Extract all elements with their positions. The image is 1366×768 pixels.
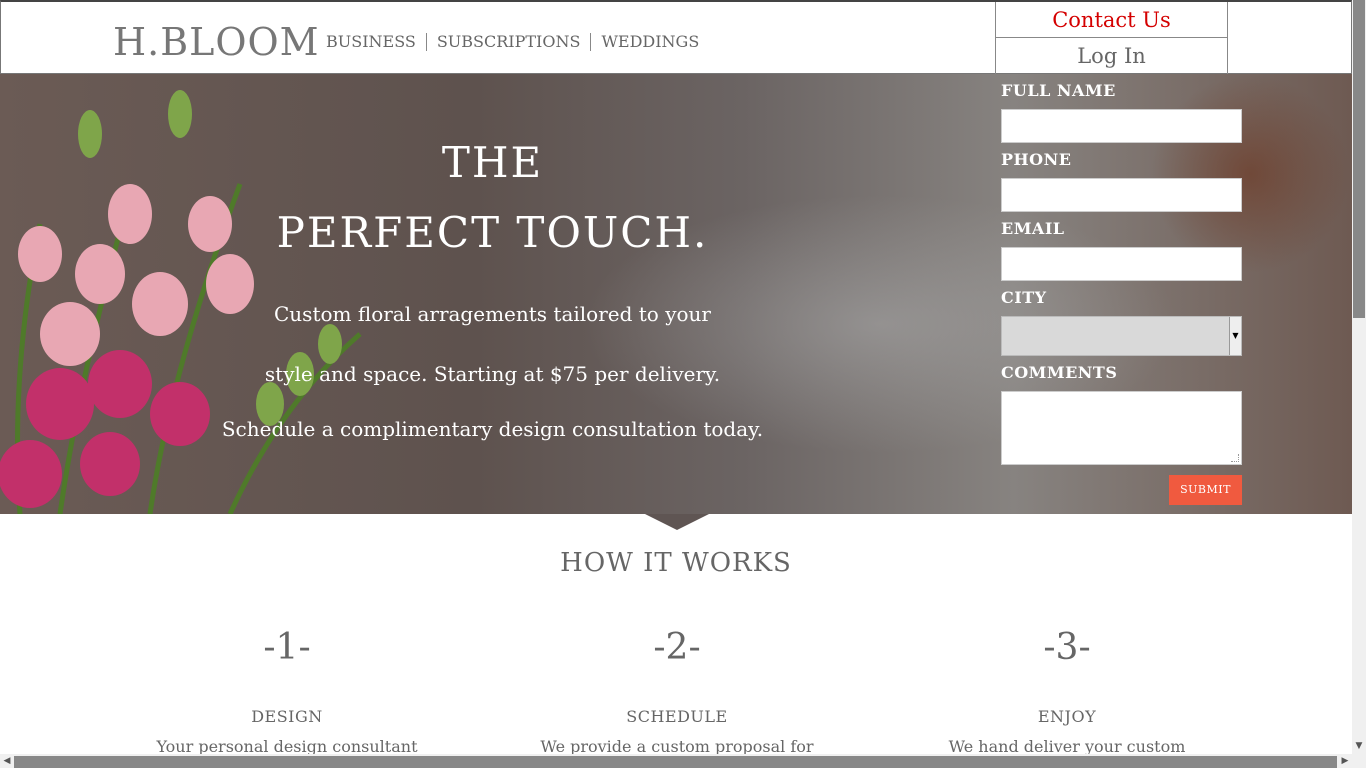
- phone-label: PHONE: [1001, 150, 1072, 169]
- contact-us-link[interactable]: Contact Us: [996, 2, 1227, 38]
- comments-textarea[interactable]: [1001, 391, 1242, 465]
- email-input[interactable]: [1001, 247, 1242, 281]
- full-name-input[interactable]: [1001, 109, 1242, 143]
- step-number: -1-: [263, 627, 311, 668]
- phone-input[interactable]: [1001, 178, 1242, 212]
- resize-grip-icon[interactable]: [1231, 454, 1239, 462]
- log-in-link[interactable]: Log In: [996, 38, 1227, 74]
- step-name: ENJOY: [1037, 707, 1097, 726]
- step-name: SCHEDULE: [626, 707, 728, 726]
- nav-subscriptions[interactable]: SUBSCRIPTIONS: [437, 32, 581, 51]
- hero-description-line1: Custom floral arragements tailored to yo…: [274, 302, 711, 326]
- hero-section: THE PERFECT TOUCH. Custom floral arragem…: [0, 74, 1352, 514]
- comments-label: COMMENTS: [1001, 363, 1118, 382]
- arrow-left-icon[interactable]: ◀: [0, 754, 14, 768]
- hero-description-line3: Schedule a complimentary design consulta…: [221, 417, 764, 441]
- background-blur: [1150, 74, 1350, 274]
- step-number: -3-: [1043, 627, 1091, 668]
- nav-divider: [425, 32, 427, 51]
- vertical-scrollbar[interactable]: ▲ ▼: [1352, 0, 1366, 754]
- horizontal-scrollbar[interactable]: ◀ ▶: [0, 754, 1352, 768]
- nav-business[interactable]: BUSINESS: [326, 32, 416, 51]
- horizontal-scroll-thumb[interactable]: [14, 756, 1337, 768]
- step-number: -2-: [653, 627, 701, 668]
- arrow-right-icon[interactable]: ▶: [1338, 754, 1352, 768]
- email-label: EMAIL: [1001, 219, 1065, 238]
- full-name-label: FULL NAME: [1001, 81, 1116, 100]
- hero-description-line2: style and space. Starting at $75 per del…: [264, 362, 721, 386]
- site-header: H.BLOOM BUSINESS SUBSCRIPTIONS WEDDINGS …: [0, 0, 1352, 75]
- hero-title-line2: PERFECT TOUCH.: [276, 208, 709, 257]
- submit-button[interactable]: SUBMIT: [1169, 475, 1242, 505]
- main-nav: BUSINESS SUBSCRIPTIONS WEDDINGS: [326, 32, 699, 51]
- city-label: CITY: [1001, 288, 1047, 307]
- section-pointer: [645, 514, 709, 530]
- nav-weddings[interactable]: WEDDINGS: [601, 32, 699, 51]
- step-name: DESIGN: [251, 707, 323, 726]
- nav-divider: [590, 32, 592, 51]
- arrow-down-icon[interactable]: ▼: [1352, 739, 1366, 753]
- account-box: Contact Us Log In: [995, 2, 1228, 75]
- hero-title-line1: THE: [441, 138, 544, 187]
- vertical-scroll-thumb[interactable]: [1353, 0, 1365, 318]
- logo[interactable]: H.BLOOM: [113, 20, 320, 64]
- chevron-down-icon[interactable]: ▼: [1229, 317, 1241, 355]
- scrollbar-corner: [1352, 754, 1366, 768]
- how-it-works-title: HOW IT WORKS: [560, 548, 792, 578]
- city-select[interactable]: ▼: [1001, 316, 1242, 356]
